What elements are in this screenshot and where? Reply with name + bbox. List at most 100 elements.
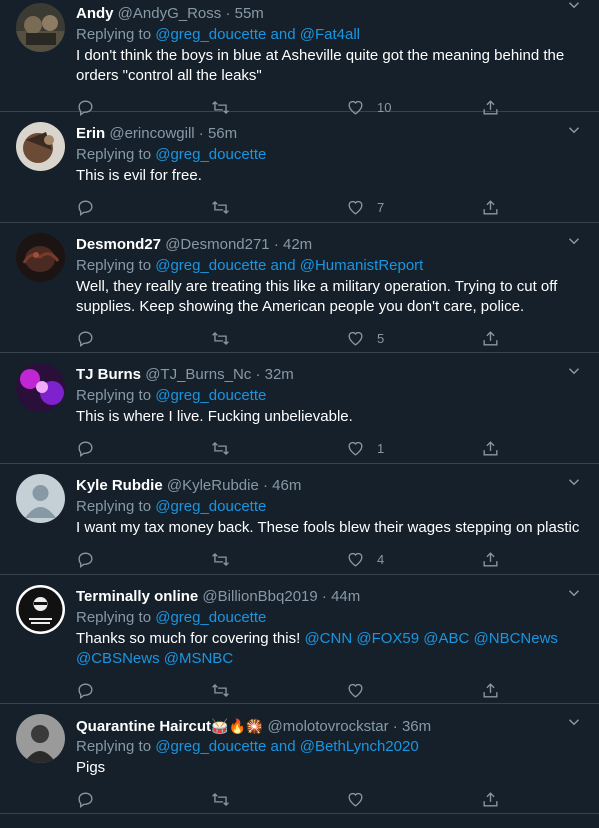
retweet-button[interactable] bbox=[211, 550, 346, 569]
user-handle[interactable]: @KyleRubdie bbox=[167, 477, 259, 494]
retweet-button[interactable] bbox=[211, 681, 346, 700]
display-name[interactable]: Desmond27 bbox=[76, 236, 161, 253]
tweet-actions: 7 bbox=[76, 187, 501, 227]
mention-link[interactable]: @greg_doucette bbox=[155, 387, 266, 404]
mention-link[interactable]: @CNN bbox=[304, 630, 352, 647]
tweet-text: Well, they really are treating this like… bbox=[76, 278, 558, 315]
like-button[interactable]: 7 bbox=[346, 198, 481, 217]
display-name[interactable]: Kyle Rubdie bbox=[76, 477, 163, 494]
replying-to: Replying to @greg_doucette bbox=[76, 145, 583, 165]
mention-link[interactable]: @greg_doucette bbox=[155, 609, 266, 626]
tweet-actions: 4 bbox=[76, 539, 501, 579]
user-handle[interactable]: @Desmond271 bbox=[165, 236, 269, 253]
tweet-actions: 1 bbox=[76, 428, 501, 468]
caret-down-icon[interactable] bbox=[565, 0, 583, 14]
user-handle[interactable]: @TJ_Burns_Nc bbox=[145, 366, 251, 383]
reply-button[interactable] bbox=[76, 681, 211, 700]
mention-link[interactable]: @CBSNews bbox=[76, 650, 160, 667]
mention-link[interactable]: @Fat4all bbox=[300, 26, 360, 43]
mention-link[interactable]: @ABC bbox=[423, 630, 469, 647]
reply-button[interactable] bbox=[76, 439, 211, 458]
replying-to-label: Replying to bbox=[76, 609, 152, 626]
timestamp[interactable]: 36m bbox=[402, 718, 431, 735]
caret-down-icon[interactable] bbox=[565, 232, 583, 250]
mention-link[interactable]: @MSNBC bbox=[164, 650, 233, 667]
share-button[interactable] bbox=[481, 439, 500, 458]
timestamp[interactable]: 56m bbox=[208, 125, 237, 142]
retweet-button[interactable] bbox=[211, 790, 346, 809]
avatar[interactable] bbox=[16, 585, 65, 634]
display-name[interactable]: TJ Burns bbox=[76, 366, 141, 383]
mention-link[interactable]: @greg_doucette bbox=[155, 498, 266, 515]
separator-dot: · bbox=[255, 366, 261, 383]
display-name[interactable]: Terminally online bbox=[76, 588, 198, 605]
tweet[interactable]: Erin @erincowgill · 56m Replying to @gre… bbox=[0, 112, 599, 223]
like-count: 1 bbox=[377, 440, 385, 456]
tweet[interactable]: Andy @AndyG_Ross · 55m Replying to @greg… bbox=[0, 0, 599, 116]
tweet-header: Kyle Rubdie @KyleRubdie · 46m bbox=[76, 476, 583, 496]
mention-link[interactable]: @greg_doucette bbox=[155, 146, 266, 163]
mention-link[interactable]: @greg_doucette bbox=[155, 257, 266, 274]
mention-link[interactable]: @BethLynch2020 bbox=[300, 738, 419, 755]
display-name[interactable]: Erin bbox=[76, 125, 105, 142]
caret-down-icon[interactable] bbox=[565, 713, 583, 731]
caret-down-icon[interactable] bbox=[565, 121, 583, 139]
mention-link[interactable]: @greg_doucette bbox=[155, 738, 266, 755]
timestamp[interactable]: 44m bbox=[331, 588, 360, 605]
tweet-text: Thanks so much for covering this! @CNN @… bbox=[76, 629, 583, 669]
reply-button[interactable] bbox=[76, 329, 211, 348]
avatar[interactable] bbox=[16, 474, 65, 523]
like-button[interactable]: 1 bbox=[346, 439, 481, 458]
avatar[interactable] bbox=[16, 122, 65, 171]
share-button[interactable] bbox=[481, 198, 500, 217]
like-button[interactable]: 4 bbox=[346, 550, 481, 569]
share-button[interactable] bbox=[481, 329, 500, 348]
reply-button[interactable] bbox=[76, 550, 211, 569]
avatar[interactable] bbox=[16, 233, 65, 282]
timestamp[interactable]: 55m bbox=[235, 5, 264, 22]
separator-dot: · bbox=[321, 588, 327, 605]
user-handle[interactable]: @BillionBbq2019 bbox=[202, 588, 317, 605]
tweet-header: TJ Burns @TJ_Burns_Nc · 32m bbox=[76, 365, 583, 385]
retweet-icon bbox=[212, 683, 229, 697]
mention-link[interactable]: @greg_doucette bbox=[155, 26, 266, 43]
timestamp[interactable]: 42m bbox=[283, 236, 312, 253]
retweet-button[interactable] bbox=[211, 439, 346, 458]
reply-button[interactable] bbox=[76, 198, 211, 217]
like-button[interactable] bbox=[346, 790, 481, 809]
avatar[interactable] bbox=[16, 3, 65, 52]
share-button[interactable] bbox=[481, 790, 500, 809]
retweet-button[interactable] bbox=[211, 198, 346, 217]
reply-button[interactable] bbox=[76, 790, 211, 809]
reply-icon bbox=[78, 330, 93, 347]
timestamp[interactable]: 32m bbox=[265, 366, 294, 383]
tweet-text: I don't think the boys in blue at Ashevi… bbox=[76, 47, 565, 84]
like-button[interactable] bbox=[346, 681, 481, 700]
avatar[interactable] bbox=[16, 714, 65, 763]
display-name[interactable]: Andy bbox=[76, 5, 114, 22]
replying-to: Replying to @greg_doucette bbox=[76, 386, 583, 406]
share-button[interactable] bbox=[481, 550, 500, 569]
tweet[interactable]: Quarantine Haircut🥁🔥🎇 @molotovrockstar ·… bbox=[0, 704, 599, 814]
caret-down-icon[interactable] bbox=[565, 362, 583, 380]
user-handle[interactable]: @AndyG_Ross bbox=[118, 5, 222, 22]
share-button[interactable] bbox=[481, 681, 500, 700]
tweet-header: Terminally online @BillionBbq2019 · 44m bbox=[76, 587, 583, 607]
caret-down-icon[interactable] bbox=[565, 584, 583, 602]
like-button[interactable]: 5 bbox=[346, 329, 481, 348]
tweet[interactable]: Desmond27 @Desmond271 · 42m Replying to … bbox=[0, 223, 599, 353]
timestamp[interactable]: 46m bbox=[272, 477, 301, 494]
mention-link[interactable]: @NBCNews bbox=[474, 630, 558, 647]
avatar[interactable] bbox=[16, 363, 65, 412]
display-name[interactable]: Quarantine Haircut bbox=[76, 718, 211, 735]
mention-link[interactable]: @FOX59 bbox=[356, 630, 419, 647]
mention-link[interactable]: @HumanistReport bbox=[300, 257, 424, 274]
retweet-button[interactable] bbox=[211, 329, 346, 348]
tweet[interactable]: TJ Burns @TJ_Burns_Nc · 32m Replying to … bbox=[0, 353, 599, 464]
user-handle[interactable]: @erincowgill bbox=[109, 125, 194, 142]
tweet[interactable]: Terminally online @BillionBbq2019 · 44m … bbox=[0, 575, 599, 704]
user-handle[interactable]: @molotovrockstar bbox=[268, 718, 389, 735]
separator-dot: · bbox=[392, 718, 398, 735]
tweet[interactable]: Kyle Rubdie @KyleRubdie · 46m Replying t… bbox=[0, 464, 599, 575]
caret-down-icon[interactable] bbox=[565, 473, 583, 491]
